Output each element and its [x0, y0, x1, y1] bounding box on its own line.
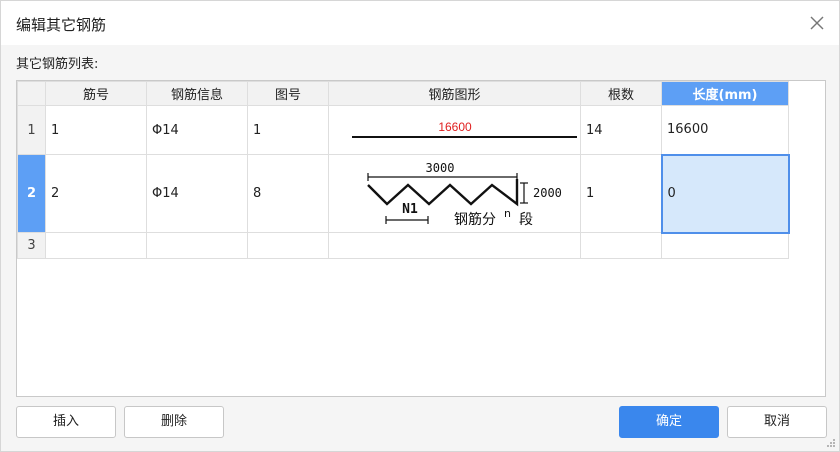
cell-bar-no[interactable]: 1 — [45, 105, 147, 155]
rebar-table: 筋号 钢筋信息 图号 钢筋图形 根数 长度(mm) 1 1 Φ14 1 1660 — [17, 81, 790, 259]
row-number[interactable]: 1 — [17, 105, 46, 155]
cell-figure-no[interactable] — [247, 232, 329, 259]
row-number[interactable]: 2 — [17, 154, 46, 233]
shape-length-label: 16600 — [438, 120, 472, 134]
cell-figure-no[interactable]: 8 — [247, 154, 329, 233]
title-bar: 编辑其它钢筋 — [1, 1, 839, 45]
insert-button[interactable]: 插入 — [16, 406, 116, 438]
cell-figure-no[interactable]: 1 — [247, 105, 329, 155]
cell-length[interactable]: 16600 — [661, 105, 789, 155]
cell-bar-no[interactable]: 2 — [45, 154, 147, 233]
shape-segment-label: N1 — [402, 202, 418, 217]
table-row[interactable]: 3 — [17, 232, 789, 259]
column-header-figure-no[interactable]: 图号 — [247, 81, 329, 106]
dialog-title: 编辑其它钢筋 — [16, 16, 107, 34]
cell-count[interactable]: 14 — [580, 105, 662, 155]
shape-height-label: 2000 — [533, 186, 562, 200]
cancel-button[interactable]: 取消 — [727, 406, 827, 438]
column-header-count[interactable]: 根数 — [580, 81, 662, 106]
shape-caption-n: n — [504, 207, 511, 220]
close-icon — [810, 16, 824, 30]
table-header-row: 筋号 钢筋信息 图号 钢筋图形 根数 长度(mm) — [17, 81, 789, 106]
rebar-table-container: 筋号 钢筋信息 图号 钢筋图形 根数 长度(mm) 1 1 Φ14 1 1660 — [16, 80, 826, 397]
cell-bar-info[interactable] — [146, 232, 248, 259]
corner-cell — [17, 81, 46, 106]
table-row[interactable]: 1 1 Φ14 1 16600 14 16600 — [17, 105, 789, 155]
rebar-list-label: 其它钢筋列表: — [16, 57, 99, 72]
column-header-length[interactable]: 长度(mm) — [661, 81, 789, 106]
straight-bar-shape: 16600 — [351, 120, 577, 138]
cell-bar-shape[interactable]: 16600 — [328, 105, 581, 155]
delete-button[interactable]: 删除 — [124, 406, 224, 438]
cell-bar-info[interactable]: Φ14 — [146, 154, 248, 233]
shape-caption: 钢筋分 — [454, 211, 496, 228]
edit-other-rebar-dialog: 编辑其它钢筋 其它钢筋列表: 筋号 钢筋信息 图号 钢筋图形 根数 长度(mm)… — [0, 0, 840, 452]
cell-bar-no[interactable] — [45, 232, 147, 259]
column-header-bar-shape[interactable]: 钢筋图形 — [328, 81, 581, 106]
close-button[interactable] — [807, 13, 827, 33]
cell-length[interactable] — [661, 232, 789, 259]
row-number[interactable]: 3 — [17, 232, 46, 259]
column-header-bar-info[interactable]: 钢筋信息 — [146, 81, 248, 106]
zigzag-bar-shape: 3000 2000 N1 钢筋分 n 段 — [366, 161, 562, 228]
cell-length-selected[interactable]: 0 — [660, 153, 790, 234]
table-row[interactable]: 2 2 Φ14 8 3000 2000 N1 钢筋分 n 段 1 0 — [17, 153, 790, 234]
cell-bar-shape[interactable]: 3000 2000 N1 钢筋分 n 段 — [328, 154, 581, 233]
column-header-bar-no[interactable]: 筋号 — [45, 81, 147, 106]
cell-count[interactable]: 1 — [580, 154, 662, 233]
resize-grip-icon[interactable] — [826, 438, 836, 448]
cell-count[interactable] — [580, 232, 662, 259]
shape-caption-end: 段 — [519, 212, 533, 228]
cell-bar-info[interactable]: Φ14 — [146, 105, 248, 155]
ok-button[interactable]: 确定 — [619, 406, 719, 438]
shape-span-label: 3000 — [425, 161, 454, 175]
cell-bar-shape[interactable] — [328, 232, 581, 259]
